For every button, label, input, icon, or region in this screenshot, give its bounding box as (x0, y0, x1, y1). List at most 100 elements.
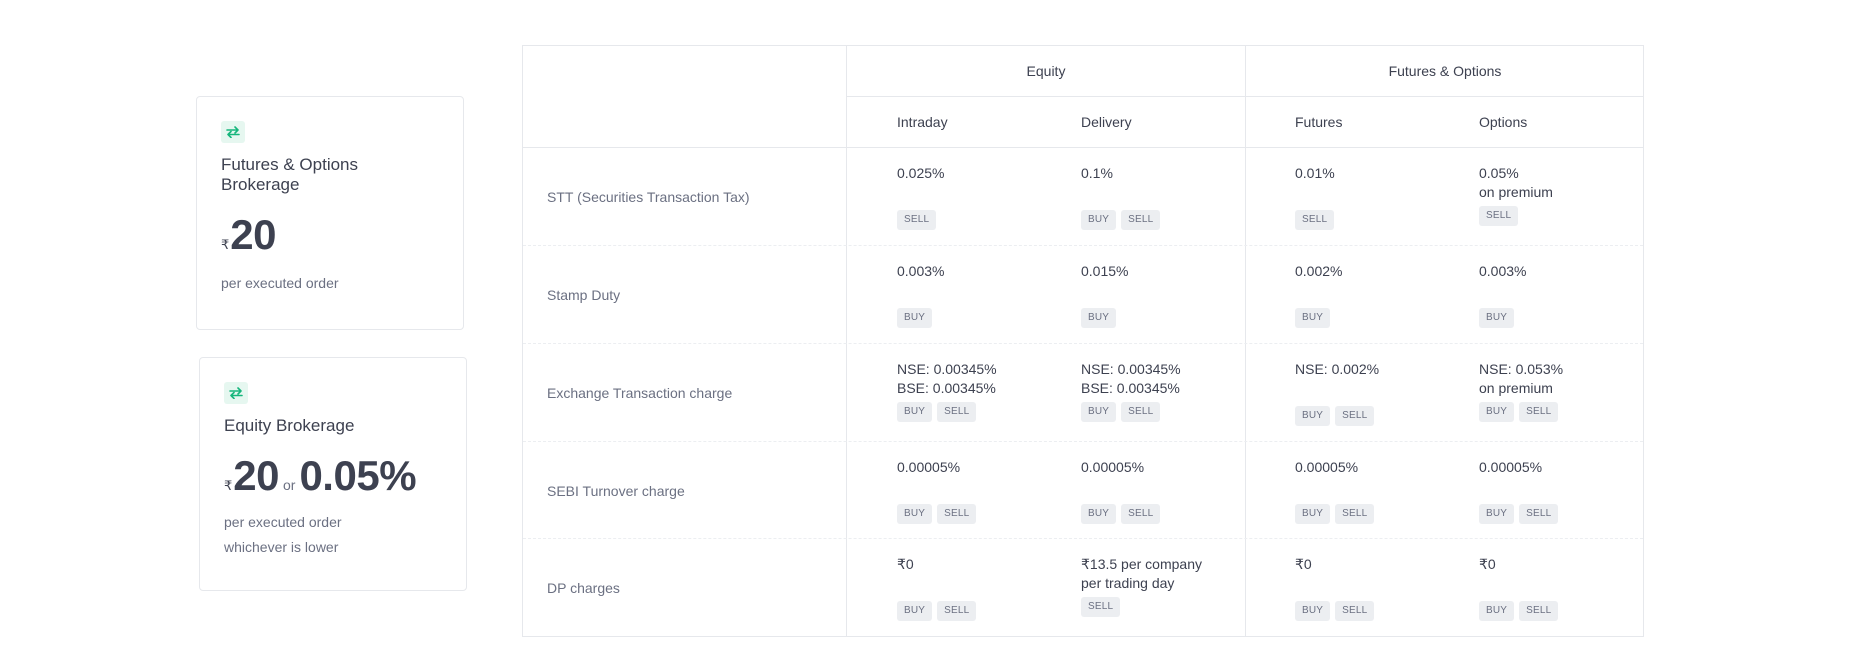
cell-value: 0.002% (1295, 263, 1343, 279)
buy-tag: BUY (1295, 308, 1331, 328)
sell-tag: SELL (1295, 210, 1335, 230)
price-amount: 20 (230, 211, 276, 258)
buy-tag: BUY (1081, 308, 1117, 328)
card-title: Futures & Options Brokerage (221, 155, 359, 194)
tag-group: BUY SELL (1081, 210, 1161, 230)
buy-tag: BUY (1081, 402, 1117, 422)
cell-note (1295, 574, 1374, 593)
cell-note (1295, 379, 1379, 398)
cell-note (1479, 574, 1558, 593)
tag-group: BUY SELL (1295, 406, 1379, 426)
tag-group: SELL (1295, 210, 1335, 230)
cell-value: 0.00005% (897, 459, 961, 475)
table-cell: 0.002% BUY (1295, 262, 1342, 328)
sell-tag: SELL (1081, 597, 1121, 617)
tag-group: BUY SELL (1479, 402, 1563, 422)
cell-note: BSE: 0.00345% (897, 380, 996, 396)
cell-note: BSE: 0.00345% (1081, 380, 1180, 396)
buy-tag: BUY (1479, 402, 1515, 422)
cell-note (897, 477, 976, 496)
cell-value: ₹0 (1295, 556, 1312, 572)
tag-group: BUY (1479, 308, 1526, 328)
table-cell: ₹0 BUY SELL (1295, 555, 1375, 621)
buy-tag: BUY (1295, 601, 1331, 621)
buy-tag: BUY (897, 504, 933, 524)
price: ₹ 20 or 0.05% (224, 454, 442, 498)
sell-tag: SELL (1519, 504, 1559, 524)
sell-tag: SELL (1519, 402, 1559, 422)
cell-note (1081, 281, 1128, 300)
tag-group: BUY SELL (1081, 402, 1181, 422)
sell-tag: SELL (897, 210, 937, 230)
sell-tag: SELL (1121, 504, 1161, 524)
cell-value: NSE: 0.00345% (897, 361, 997, 377)
cell-note: on premium (1479, 380, 1553, 396)
sell-tag: SELL (1121, 402, 1161, 422)
sell-tag: SELL (937, 504, 977, 524)
sell-tag: SELL (1335, 406, 1375, 426)
column-divider (846, 46, 847, 636)
cell-note: on premium (1479, 184, 1553, 200)
tag-group: BUY SELL (1295, 601, 1375, 621)
sell-tag: SELL (1121, 210, 1161, 230)
cell-value: NSE: 0.002% (1295, 361, 1380, 377)
currency-symbol: ₹ (221, 237, 230, 252)
fo-brokerage-card: Futures & Options Brokerage ₹ 20 per exe… (196, 96, 464, 330)
table-cell: ₹13.5 per company per trading day SELL (1081, 555, 1202, 617)
table-cell: 0.01% SELL (1295, 164, 1335, 230)
table-cell: 0.00005% BUY SELL (897, 458, 977, 524)
tag-group: BUY (1081, 308, 1128, 328)
cell-value: 0.00005% (1295, 459, 1359, 475)
buy-tag: BUY (1081, 210, 1117, 230)
group-header-fo: Futures & Options (1388, 63, 1502, 79)
cell-note (897, 281, 944, 300)
table-cell: 0.025% SELL (897, 164, 944, 230)
tag-group: BUY SELL (1479, 601, 1559, 621)
cell-value: ₹0 (897, 556, 914, 572)
row-label: DP charges (547, 580, 620, 596)
sell-tag: SELL (937, 601, 977, 621)
cell-value: 0.00005% (1081, 459, 1145, 475)
table-cell: 0.1% BUY SELL (1081, 164, 1161, 230)
buy-tag: BUY (1479, 504, 1515, 524)
table-cell: 0.00005% BUY SELL (1081, 458, 1161, 524)
table-cell: ₹0 BUY SELL (897, 555, 977, 621)
table-cell: 0.05% on premium SELL (1479, 164, 1553, 226)
column-header-options: Options (1479, 114, 1528, 130)
cell-value: ₹13.5 per company (1081, 556, 1202, 572)
sell-tag: SELL (1479, 206, 1519, 226)
table-cell: 0.00005% BUY SELL (1479, 458, 1559, 524)
cell-note (1081, 183, 1160, 202)
price: ₹ 20 (221, 213, 439, 257)
cell-note (897, 574, 976, 593)
column-header-intraday: Intraday (897, 114, 948, 130)
table-cell: NSE: 0.002% BUY SELL (1295, 360, 1379, 426)
table-cell: ₹0 BUY SELL (1479, 555, 1559, 621)
cell-value: ₹0 (1479, 556, 1496, 572)
tag-group: BUY SELL (897, 601, 977, 621)
buy-tag: BUY (1295, 504, 1331, 524)
buy-tag: BUY (897, 402, 933, 422)
row-label: SEBI Turnover charge (547, 483, 685, 499)
tag-group: BUY SELL (1479, 504, 1559, 524)
cell-note (1295, 477, 1374, 496)
buy-tag: BUY (1479, 308, 1515, 328)
charges-table: Equity Futures & Options Intraday Delive… (522, 45, 1644, 637)
cell-value: 0.00005% (1479, 459, 1543, 475)
sell-tag: SELL (1335, 504, 1375, 524)
table-cell: NSE: 0.00345% BSE: 0.00345% BUY SELL (897, 360, 997, 422)
table-cell: 0.003% BUY (1479, 262, 1526, 328)
cell-note: per trading day (1081, 575, 1175, 591)
cell-value: 0.003% (897, 263, 945, 279)
price-percent: 0.05% (299, 452, 417, 499)
tag-group: BUY (897, 308, 944, 328)
cell-note (1479, 477, 1558, 496)
cell-value: 0.05% (1479, 165, 1519, 181)
price-or: or (283, 477, 296, 493)
column-divider (1245, 46, 1246, 636)
swap-arrows-icon (221, 121, 245, 143)
price-amount: 20 (233, 452, 279, 499)
tag-group: SELL (1081, 597, 1202, 617)
tag-group: BUY SELL (1081, 504, 1161, 524)
sell-tag: SELL (1335, 601, 1375, 621)
